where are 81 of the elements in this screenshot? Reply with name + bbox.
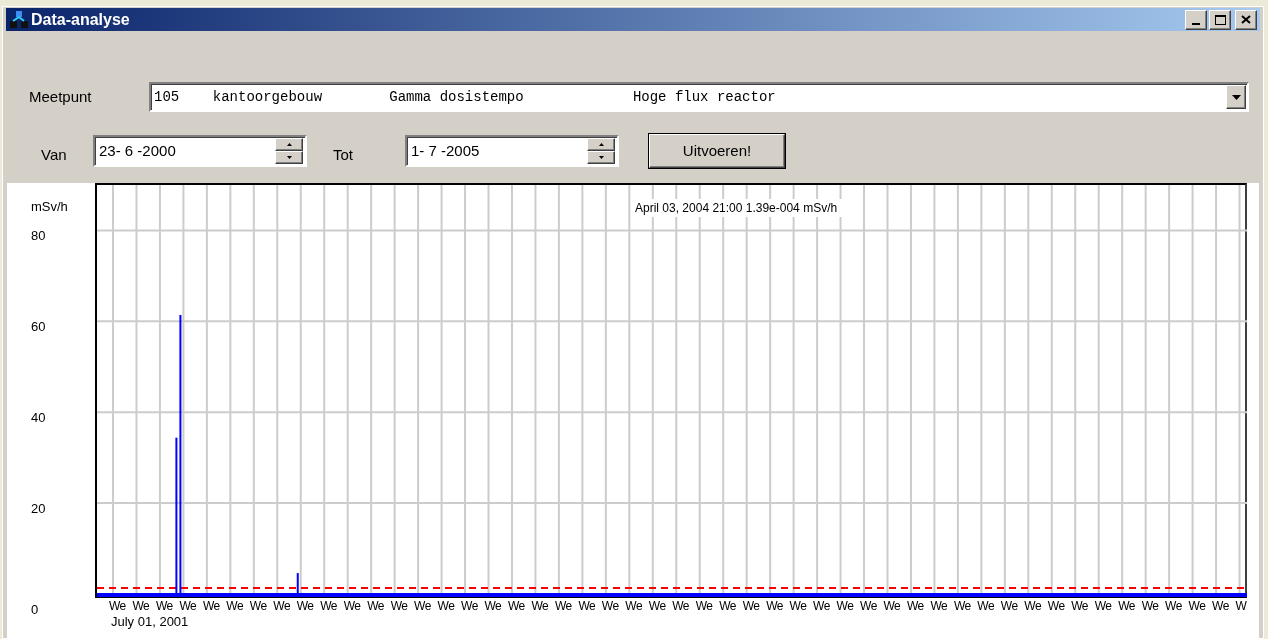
x-tick-label: We: [1141, 598, 1159, 614]
x-tick-label: We: [1024, 598, 1042, 614]
x-tick-label: We: [953, 598, 971, 614]
window-title: Data-analyse: [31, 9, 130, 30]
y-tick-label: 20: [31, 502, 46, 517]
spin-down-button[interactable]: [275, 151, 303, 164]
x-tick-label: We: [648, 598, 666, 614]
x-tick-label: We: [507, 598, 525, 614]
x-tick-label: We: [109, 598, 126, 614]
x-tick-label: We: [484, 598, 502, 614]
x-tick-label: We: [226, 598, 244, 614]
close-button[interactable]: [1235, 9, 1257, 30]
x-tick-label: We: [437, 598, 455, 614]
axis-unit: mSv/h: [31, 198, 68, 216]
x-tick-label: We: [1094, 598, 1112, 614]
x-tick-label: We: [742, 598, 760, 614]
date-field[interactable]: 1- 7 -2005: [405, 135, 619, 167]
x-tick-label: We: [1165, 598, 1182, 614]
x-tick-label: We: [202, 598, 220, 614]
caret-icon: [1231, 94, 1241, 100]
x-tick-label: We: [554, 598, 572, 614]
up-arrow-icon: [286, 143, 292, 146]
x-tick-label: We: [977, 598, 995, 614]
down-arrow-icon: [598, 156, 604, 159]
minimize-icon: [1192, 22, 1200, 25]
meetpunt-label: Meetpunt: [29, 86, 93, 107]
down-arrow-icon: [286, 156, 292, 159]
molecule-icon: [9, 9, 29, 30]
x-tick-label: We: [390, 598, 408, 614]
x-tick-label: We: [625, 598, 643, 614]
minimize-button[interactable]: [1185, 9, 1207, 30]
start-date-label: July 01, 2001: [110, 614, 190, 630]
x-tick-label: We: [906, 598, 924, 614]
y-tick-label: 40: [31, 411, 46, 426]
x-tick-label: We: [766, 598, 783, 614]
x-tick-label: We: [695, 598, 713, 614]
x-tick-label: We: [883, 598, 901, 614]
close-icon: [1241, 15, 1251, 24]
up-arrow-icon: [598, 143, 604, 146]
van-label: Van: [41, 144, 68, 165]
y-tick-label: 0: [31, 603, 39, 617]
x-tick-label: We: [578, 598, 596, 614]
meetpunt-dropdown[interactable]: 105 kantoorgebouw Gamma dosistempo Hoge flux reactor: [149, 82, 1249, 112]
x-tick-label: We: [179, 598, 197, 614]
x-tick-label: We: [296, 598, 314, 614]
maximize-icon: [1214, 14, 1226, 25]
x-tick-label: We: [343, 598, 361, 614]
x-tick-label: We: [1212, 598, 1229, 614]
x-tick-label: We: [1000, 598, 1018, 614]
x-tick-label: We: [601, 598, 619, 614]
x-tick-label: We: [273, 598, 291, 614]
date-field[interactable]: 23- 6 -2000: [93, 135, 307, 167]
x-tick-label: We: [719, 598, 736, 614]
x-tick-label: We: [813, 598, 830, 614]
x-tick-label: We: [672, 598, 690, 614]
tot-label: Tot: [333, 144, 354, 165]
x-tick-label: We: [531, 598, 549, 614]
x-tick-label: We: [132, 598, 150, 614]
x-tick-label: W: [1235, 598, 1247, 614]
x-tick-label: We: [367, 598, 384, 614]
x-tick-label: We: [461, 598, 478, 614]
x-tick-label: We: [1071, 598, 1089, 614]
x-tick-label: We: [414, 598, 431, 614]
x-tick-label: We: [320, 598, 337, 614]
x-tick-label: We: [930, 598, 948, 614]
spin-up-button[interactable]: [587, 138, 615, 151]
x-tick-label: We: [1188, 598, 1206, 614]
x-tick-label: We: [860, 598, 877, 614]
maximize-button[interactable]: [1209, 9, 1231, 30]
spin-up-button[interactable]: [275, 138, 303, 151]
x-tick-label: We: [249, 598, 267, 614]
run-button[interactable]: Uitvoeren!: [649, 134, 785, 168]
x-tick-label: We: [155, 598, 173, 614]
dropdown-button[interactable]: [1226, 85, 1246, 109]
y-tick-label: 80: [31, 229, 46, 244]
x-tick-label: We: [1118, 598, 1135, 614]
y-tick-label: 60: [31, 320, 46, 335]
x-tick-label: We: [1047, 598, 1065, 614]
x-tick-label: We: [836, 598, 854, 614]
x-tick-label: We: [789, 598, 807, 614]
spin-down-button[interactable]: [587, 151, 615, 164]
